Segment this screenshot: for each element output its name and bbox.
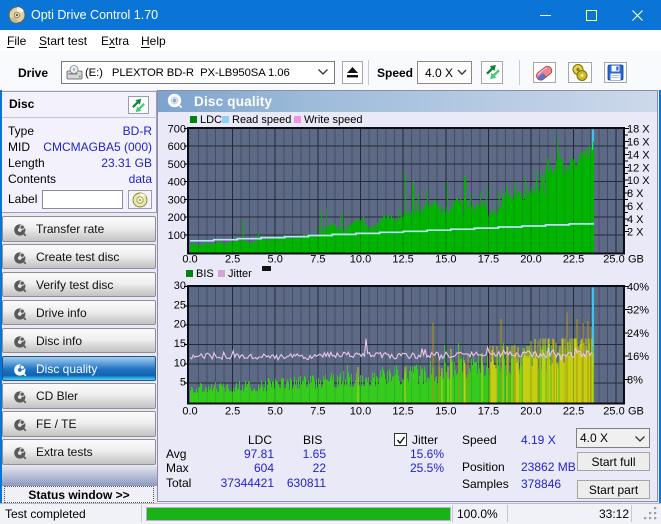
svg-text:25.0: 25.0	[603, 254, 624, 266]
svg-text:15.0: 15.0	[435, 406, 456, 418]
svg-text:8%: 8%	[627, 374, 643, 386]
svg-text:25.0: 25.0	[603, 406, 624, 418]
svg-text:14 X: 14 X	[627, 149, 650, 161]
svg-text:2.5: 2.5	[225, 254, 240, 266]
svg-text:700: 700	[168, 124, 186, 136]
svg-text:12 X: 12 X	[627, 162, 650, 174]
svg-text:20.0: 20.0	[520, 254, 541, 266]
svg-text:17.5: 17.5	[478, 254, 499, 266]
svg-text:7.5: 7.5	[310, 406, 325, 418]
svg-text:GB: GB	[628, 254, 644, 266]
svg-text:2.5: 2.5	[225, 406, 240, 418]
svg-text:22.5: 22.5	[563, 406, 584, 418]
svg-text:32%: 32%	[627, 305, 649, 317]
svg-text:500: 500	[168, 159, 186, 171]
svg-text:12.5: 12.5	[392, 254, 413, 266]
svg-text:8 X: 8 X	[627, 188, 644, 200]
svg-text:20.0: 20.0	[520, 406, 541, 418]
svg-text:2 X: 2 X	[627, 227, 644, 239]
svg-text:10.0: 10.0	[350, 254, 371, 266]
svg-text:7.5: 7.5	[310, 254, 325, 266]
svg-text:10.0: 10.0	[350, 406, 371, 418]
svg-text:6 X: 6 X	[627, 201, 644, 213]
svg-text:10 X: 10 X	[627, 175, 650, 187]
svg-text:18 X: 18 X	[627, 124, 650, 136]
svg-text:16%: 16%	[627, 351, 649, 363]
svg-text:24%: 24%	[627, 328, 649, 340]
svg-text:4 X: 4 X	[627, 214, 644, 226]
svg-text:GB: GB	[628, 406, 644, 418]
svg-text:0.0: 0.0	[182, 406, 197, 418]
svg-text:600: 600	[168, 141, 186, 153]
svg-text:16 X: 16 X	[627, 137, 650, 149]
svg-text:100: 100	[168, 230, 186, 242]
svg-text:22.5: 22.5	[563, 254, 584, 266]
svg-text:200: 200	[168, 212, 186, 224]
svg-text:0.0: 0.0	[182, 254, 197, 266]
svg-text:17.5: 17.5	[478, 406, 499, 418]
svg-text:300: 300	[168, 194, 186, 206]
svg-text:400: 400	[168, 177, 186, 189]
svg-text:40%: 40%	[627, 282, 649, 294]
svg-text:5.0: 5.0	[268, 406, 283, 418]
svg-text:5.0: 5.0	[268, 254, 283, 266]
svg-text:12.5: 12.5	[392, 406, 413, 418]
svg-text:15.0: 15.0	[435, 254, 456, 266]
